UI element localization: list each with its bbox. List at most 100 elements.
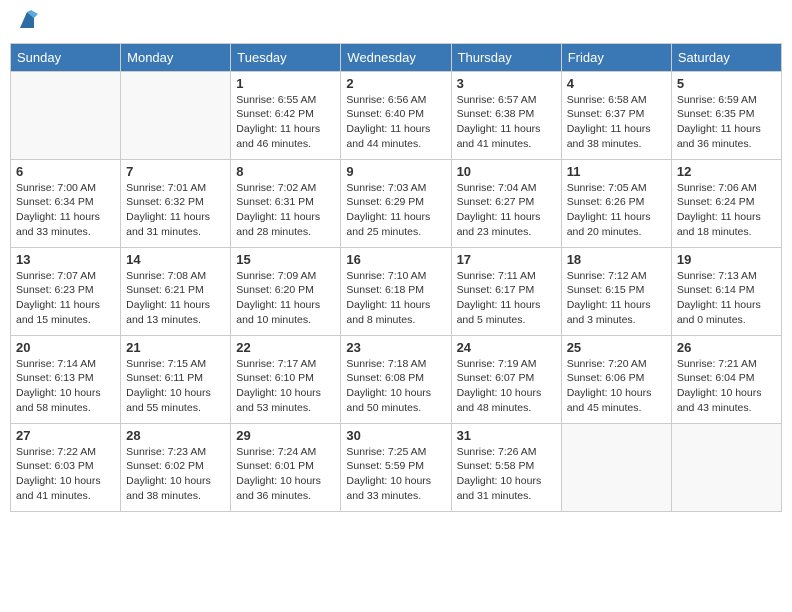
day-detail: Sunrise: 7:19 AM Sunset: 6:07 PM Dayligh…: [457, 357, 556, 416]
day-number: 28: [126, 428, 225, 443]
calendar-cell: 14 Sunrise: 7:08 AM Sunset: 6:21 PM Dayli…: [121, 247, 231, 335]
calendar-week-row: 20 Sunrise: 7:14 AM Sunset: 6:13 PM Dayli…: [11, 335, 782, 423]
day-detail: Sunrise: 7:24 AM Sunset: 6:01 PM Dayligh…: [236, 445, 335, 504]
day-number: 20: [16, 340, 115, 355]
day-number: 25: [567, 340, 666, 355]
day-number: 17: [457, 252, 556, 267]
day-number: 2: [346, 76, 445, 91]
calendar-cell: 15 Sunrise: 7:09 AM Sunset: 6:20 PM Dayli…: [231, 247, 341, 335]
calendar-cell: 28 Sunrise: 7:23 AM Sunset: 6:02 PM Dayli…: [121, 423, 231, 511]
calendar-cell: 26 Sunrise: 7:21 AM Sunset: 6:04 PM Dayli…: [671, 335, 781, 423]
weekday-header-tuesday: Tuesday: [231, 43, 341, 71]
day-detail: Sunrise: 7:12 AM Sunset: 6:15 PM Dayligh…: [567, 269, 666, 328]
day-number: 19: [677, 252, 776, 267]
day-detail: Sunrise: 7:15 AM Sunset: 6:11 PM Dayligh…: [126, 357, 225, 416]
calendar-cell: [671, 423, 781, 511]
calendar-cell: 6 Sunrise: 7:00 AM Sunset: 6:34 PM Daylig…: [11, 159, 121, 247]
day-detail: Sunrise: 7:25 AM Sunset: 5:59 PM Dayligh…: [346, 445, 445, 504]
day-detail: Sunrise: 7:21 AM Sunset: 6:04 PM Dayligh…: [677, 357, 776, 416]
calendar-cell: 4 Sunrise: 6:58 AM Sunset: 6:37 PM Daylig…: [561, 71, 671, 159]
day-number: 11: [567, 164, 666, 179]
day-detail: Sunrise: 7:20 AM Sunset: 6:06 PM Dayligh…: [567, 357, 666, 416]
calendar-cell: 30 Sunrise: 7:25 AM Sunset: 5:59 PM Dayli…: [341, 423, 451, 511]
calendar-week-row: 13Sunrise: 7:07 AM Sunset: 6:23 PM Dayli…: [11, 247, 782, 335]
day-detail: Sunrise: 7:08 AM Sunset: 6:21 PM Dayligh…: [126, 269, 225, 328]
calendar-cell: 9 Sunrise: 7:03 AM Sunset: 6:29 PM Daylig…: [341, 159, 451, 247]
day-number: 7: [126, 164, 225, 179]
calendar-cell: 29 Sunrise: 7:24 AM Sunset: 6:01 PM Dayli…: [231, 423, 341, 511]
weekday-header-saturday: Saturday: [671, 43, 781, 71]
calendar-cell: 24 Sunrise: 7:19 AM Sunset: 6:07 PM Dayli…: [451, 335, 561, 423]
day-detail: Sunrise: 7:23 AM Sunset: 6:02 PM Dayligh…: [126, 445, 225, 504]
calendar-cell: 12 Sunrise: 7:06 AM Sunset: 6:24 PM Dayli…: [671, 159, 781, 247]
day-detail: Sunrise: 6:59 AM Sunset: 6:35 PM Dayligh…: [677, 93, 776, 152]
calendar-cell: 11 Sunrise: 7:05 AM Sunset: 6:26 PM Dayli…: [561, 159, 671, 247]
calendar-table: SundayMondayTuesdayWednesdayThursdayFrid…: [10, 43, 782, 512]
weekday-header-monday: Monday: [121, 43, 231, 71]
day-detail: Sunrise: 7:02 AM Sunset: 6:31 PM Dayligh…: [236, 181, 335, 240]
day-detail: Sunrise: 7:09 AM Sunset: 6:20 PM Dayligh…: [236, 269, 335, 328]
day-detail: Sunrise: 7:03 AM Sunset: 6:29 PM Dayligh…: [346, 181, 445, 240]
day-detail: Sunrise: 7:17 AM Sunset: 6:10 PM Dayligh…: [236, 357, 335, 416]
day-number: 21: [126, 340, 225, 355]
day-detail: Sunrise: 7:06 AM Sunset: 6:24 PM Dayligh…: [677, 181, 776, 240]
calendar-cell: 25 Sunrise: 7:20 AM Sunset: 6:06 PM Dayli…: [561, 335, 671, 423]
calendar-cell: 20 Sunrise: 7:14 AM Sunset: 6:13 PM Dayli…: [11, 335, 121, 423]
day-number: 8: [236, 164, 335, 179]
day-detail: Sunrise: 7:14 AM Sunset: 6:13 PM Dayligh…: [16, 357, 115, 416]
weekday-header-friday: Friday: [561, 43, 671, 71]
day-number: 10: [457, 164, 556, 179]
day-number: 29: [236, 428, 335, 443]
calendar-cell: 23 Sunrise: 7:18 AM Sunset: 6:08 PM Dayli…: [341, 335, 451, 423]
calendar-cell: 10Sunrise: 7:04 AM Sunset: 6:27 PM Dayli…: [451, 159, 561, 247]
day-number: 13: [16, 252, 115, 267]
calendar-cell: 17 Sunrise: 7:11 AM Sunset: 6:17 PM Dayli…: [451, 247, 561, 335]
calendar-cell: 22 Sunrise: 7:17 AM Sunset: 6:10 PM Dayli…: [231, 335, 341, 423]
day-detail: Sunrise: 7:13 AM Sunset: 6:14 PM Dayligh…: [677, 269, 776, 328]
day-detail: Sunrise: 7:05 AM Sunset: 6:26 PM Dayligh…: [567, 181, 666, 240]
calendar-week-row: 1Sunrise: 6:55 AM Sunset: 6:42 PM Daylig…: [11, 71, 782, 159]
day-detail: Sunrise: 7:00 AM Sunset: 6:34 PM Dayligh…: [16, 181, 115, 240]
day-detail: Sunrise: 7:01 AM Sunset: 6:32 PM Dayligh…: [126, 181, 225, 240]
day-detail: Sunrise: 6:58 AM Sunset: 6:37 PM Dayligh…: [567, 93, 666, 152]
weekday-header-thursday: Thursday: [451, 43, 561, 71]
calendar-cell: 13Sunrise: 7:07 AM Sunset: 6:23 PM Dayli…: [11, 247, 121, 335]
calendar-cell: 8 Sunrise: 7:02 AM Sunset: 6:31 PM Daylig…: [231, 159, 341, 247]
calendar-cell: 19 Sunrise: 7:13 AM Sunset: 6:14 PM Dayli…: [671, 247, 781, 335]
page-header: [10, 10, 782, 37]
day-detail: Sunrise: 7:18 AM Sunset: 6:08 PM Dayligh…: [346, 357, 445, 416]
calendar-week-row: 6 Sunrise: 7:00 AM Sunset: 6:34 PM Daylig…: [11, 159, 782, 247]
calendar-cell: 5 Sunrise: 6:59 AM Sunset: 6:35 PM Daylig…: [671, 71, 781, 159]
day-number: 31: [457, 428, 556, 443]
day-number: 14: [126, 252, 225, 267]
day-number: 27: [16, 428, 115, 443]
day-detail: Sunrise: 6:57 AM Sunset: 6:38 PM Dayligh…: [457, 93, 556, 152]
day-number: 26: [677, 340, 776, 355]
day-number: 15: [236, 252, 335, 267]
calendar-cell: 31Sunrise: 7:26 AM Sunset: 5:58 PM Dayli…: [451, 423, 561, 511]
day-number: 5: [677, 76, 776, 91]
logo-icon: [16, 10, 38, 32]
calendar-cell: 18Sunrise: 7:12 AM Sunset: 6:15 PM Dayli…: [561, 247, 671, 335]
calendar-cell: [11, 71, 121, 159]
day-number: 22: [236, 340, 335, 355]
calendar-cell: 16Sunrise: 7:10 AM Sunset: 6:18 PM Dayli…: [341, 247, 451, 335]
day-number: 12: [677, 164, 776, 179]
day-number: 16: [346, 252, 445, 267]
calendar-cell: [121, 71, 231, 159]
calendar-cell: 21 Sunrise: 7:15 AM Sunset: 6:11 PM Dayli…: [121, 335, 231, 423]
day-number: 24: [457, 340, 556, 355]
day-number: 3: [457, 76, 556, 91]
day-number: 30: [346, 428, 445, 443]
day-detail: Sunrise: 6:56 AM Sunset: 6:40 PM Dayligh…: [346, 93, 445, 152]
day-detail: Sunrise: 7:11 AM Sunset: 6:17 PM Dayligh…: [457, 269, 556, 328]
day-number: 6: [16, 164, 115, 179]
day-number: 9: [346, 164, 445, 179]
calendar-cell: 3 Sunrise: 6:57 AM Sunset: 6:38 PM Daylig…: [451, 71, 561, 159]
weekday-header-wednesday: Wednesday: [341, 43, 451, 71]
day-number: 4: [567, 76, 666, 91]
calendar-week-row: 27Sunrise: 7:22 AM Sunset: 6:03 PM Dayli…: [11, 423, 782, 511]
calendar-cell: [561, 423, 671, 511]
day-number: 23: [346, 340, 445, 355]
logo: [14, 10, 38, 37]
